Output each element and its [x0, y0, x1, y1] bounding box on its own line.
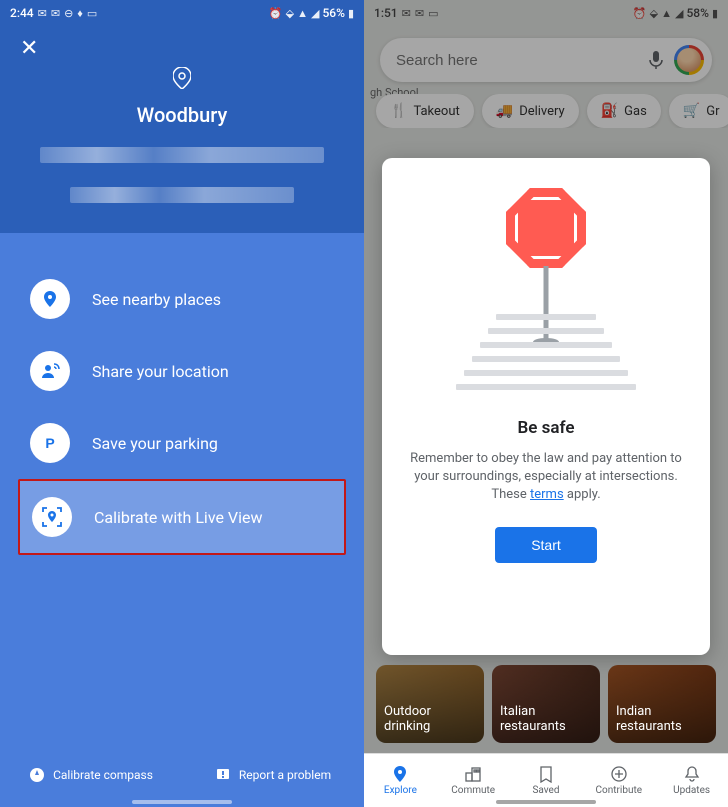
suggestion-carousel[interactable]: Outdoor drinking Italian restaurants Ind…	[376, 665, 728, 743]
nav-updates[interactable]: Updates	[655, 754, 728, 807]
calibrate-compass-button[interactable]: Calibrate compass	[0, 751, 182, 799]
footer-label: Report a problem	[239, 768, 331, 782]
start-button[interactable]: Start	[495, 527, 597, 563]
location-title: Woodbury	[20, 103, 344, 127]
dnd-icon: ⊖	[64, 7, 73, 20]
report-icon	[215, 767, 231, 783]
bulb-icon: ♦	[77, 7, 83, 20]
blue-dot-header: ✕ Woodbury	[0, 26, 364, 233]
redacted-address-line	[40, 147, 324, 163]
svg-text:P: P	[45, 435, 54, 451]
popup-body: Remember to obey the law and pay attenti…	[406, 450, 686, 505]
gmail-icon: ✉	[51, 7, 60, 20]
action-label: See nearby places	[92, 290, 221, 309]
contribute-icon	[610, 765, 628, 783]
bell-icon	[683, 765, 701, 783]
gmail-icon: ✉	[38, 7, 47, 20]
compass-icon	[29, 767, 45, 783]
battery-pct: 56%	[322, 6, 344, 20]
nav-handle[interactable]	[132, 800, 232, 804]
nav-label: Commute	[451, 785, 495, 796]
liveview-icon	[32, 497, 72, 537]
card-label: Italian restaurants	[500, 704, 592, 735]
action-label: Save your parking	[92, 434, 218, 453]
parking-icon: P	[30, 423, 70, 463]
actions-list: See nearby places Share your location P …	[0, 233, 364, 555]
be-safe-popup: Be safe Remember to obey the law and pay…	[382, 158, 710, 655]
card-italian[interactable]: Italian restaurants	[492, 665, 600, 743]
nav-label: Explore	[384, 785, 417, 796]
alarm-icon: ⏰	[269, 7, 283, 20]
nav-label: Saved	[532, 785, 559, 796]
action-label: Calibrate with Live View	[94, 508, 263, 527]
battery-icon: ▮	[348, 7, 354, 20]
location-icon: ⬙	[286, 7, 294, 20]
popup-title: Be safe	[517, 418, 574, 438]
nav-handle[interactable]	[496, 800, 596, 804]
saved-icon	[537, 765, 555, 783]
pin-outline-icon	[173, 67, 191, 89]
nav-label: Contribute	[596, 785, 643, 796]
redacted-coords-line	[70, 187, 294, 203]
image-icon: ▭	[87, 7, 97, 20]
share-location-row[interactable]: Share your location	[0, 335, 364, 407]
footer-actions: Calibrate compass Report a problem	[0, 751, 364, 799]
save-parking-row[interactable]: P Save your parking	[0, 407, 364, 479]
footer-label: Calibrate compass	[53, 768, 153, 782]
see-nearby-row[interactable]: See nearby places	[0, 263, 364, 335]
stop-sign-illustration	[456, 188, 636, 398]
left-screen: 2:44 ✉ ✉ ⊖ ♦ ▭ ⏰ ⬙ ▲ ◢ 56% ▮ ✕ Woodbury	[0, 0, 364, 807]
explore-pin-icon	[391, 765, 409, 783]
card-outdoor-drinking[interactable]: Outdoor drinking	[376, 665, 484, 743]
terms-link[interactable]: terms	[530, 487, 564, 502]
action-label: Share your location	[92, 362, 229, 381]
signal-icon: ◢	[311, 7, 319, 20]
wifi-icon: ▲	[297, 7, 308, 20]
close-icon[interactable]: ✕	[20, 26, 344, 61]
nav-explore[interactable]: Explore	[364, 754, 437, 807]
card-indian[interactable]: Indian restaurants	[608, 665, 716, 743]
right-screen: 1:51 ✉ ✉ ▭ ⏰ ⬙ ▲ ◢ 58% ▮ gh School 🍴 Tak…	[364, 0, 728, 807]
commute-icon	[464, 765, 482, 783]
status-bar: 2:44 ✉ ✉ ⊖ ♦ ▭ ⏰ ⬙ ▲ ◢ 56% ▮	[0, 0, 364, 26]
status-time: 2:44	[10, 6, 34, 20]
report-problem-button[interactable]: Report a problem	[182, 751, 364, 799]
share-person-icon	[30, 351, 70, 391]
card-label: Indian restaurants	[616, 704, 708, 735]
popup-body-text: apply.	[564, 487, 601, 502]
nearby-pin-icon	[30, 279, 70, 319]
calibrate-live-view-row[interactable]: Calibrate with Live View	[18, 479, 346, 555]
card-label: Outdoor drinking	[384, 704, 476, 735]
nav-label: Updates	[673, 785, 710, 796]
bottom-nav: Explore Commute Saved Contribute Updates	[364, 753, 728, 807]
